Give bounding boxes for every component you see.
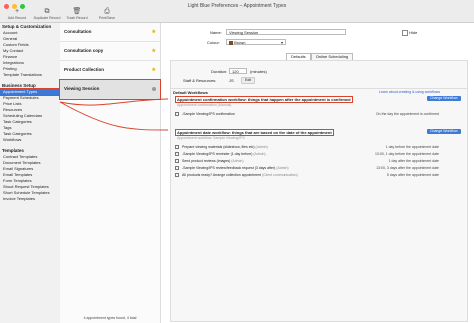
app-window: Light Blue Preferences – Appointment Typ… — [0, 0, 474, 323]
annotation-arrows — [59, 98, 169, 131]
annotation-arrow — [59, 101, 169, 131]
annotation-arrow — [59, 98, 169, 106]
